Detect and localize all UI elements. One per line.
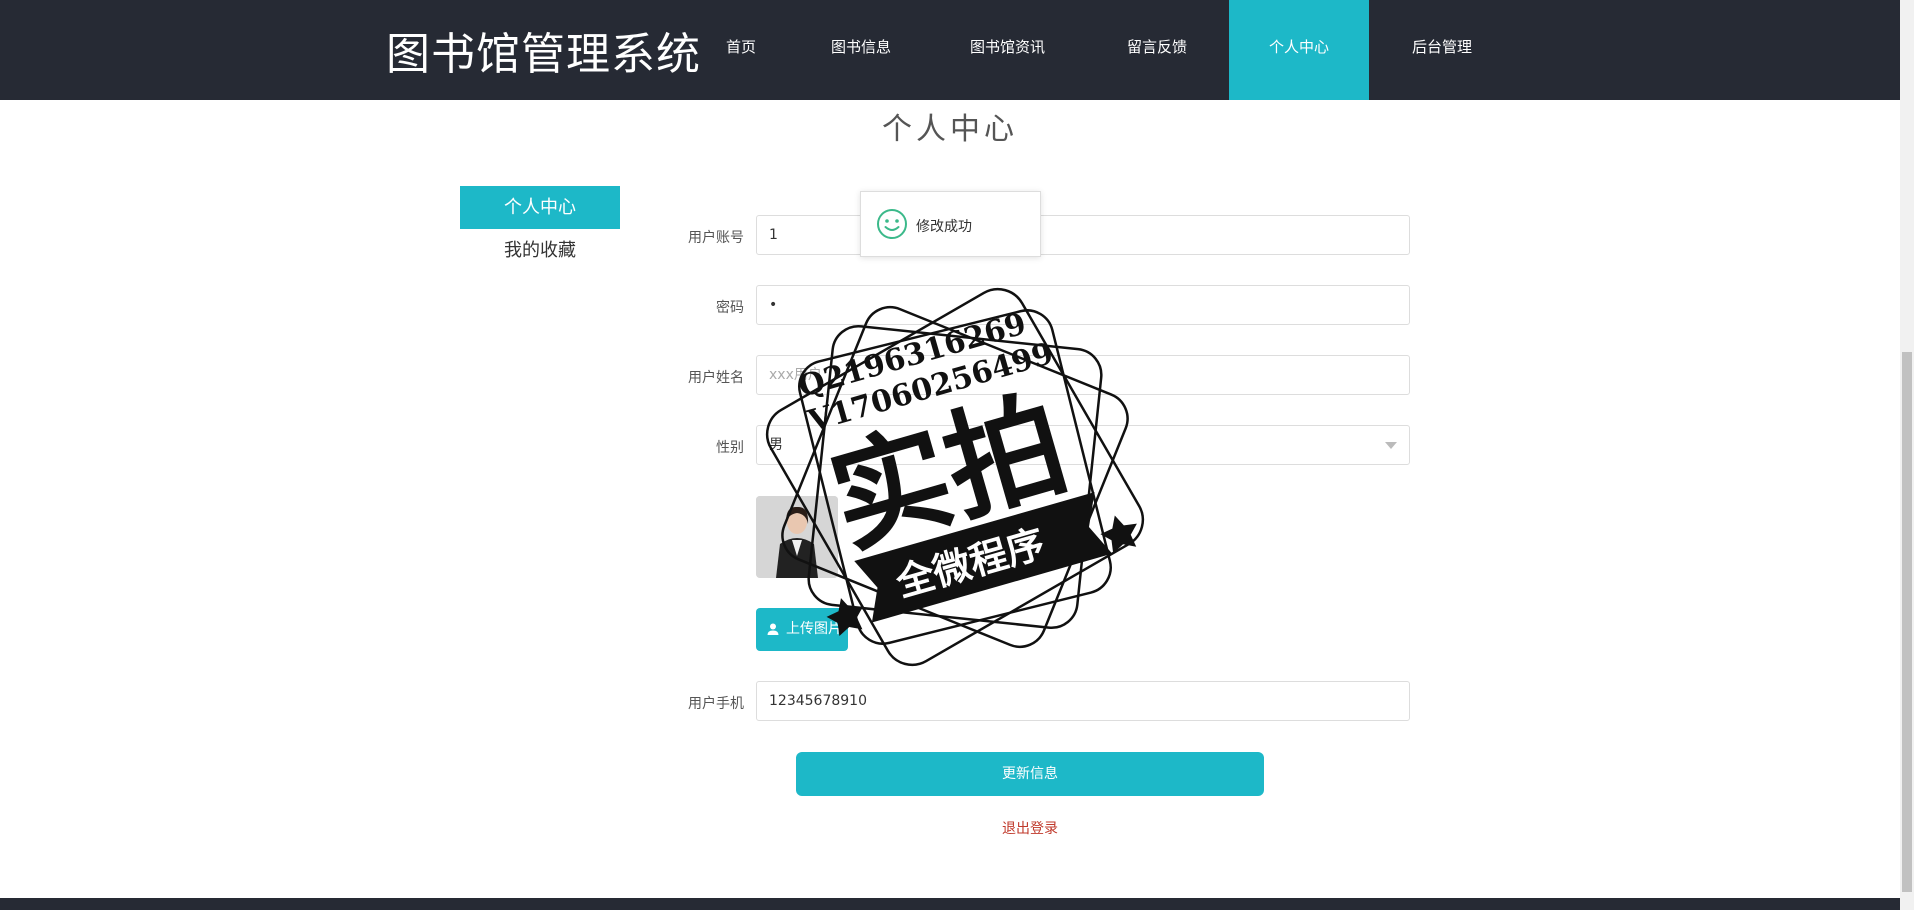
logout-link[interactable]: 退出登录 xyxy=(796,818,1264,838)
page: 图书馆管理系统 首页 图书信息 图书馆资讯 留言反馈 个人中心 后台管理 个人中… xyxy=(0,0,1914,910)
nav-personal-center[interactable]: 个人中心 xyxy=(1229,0,1369,100)
name-label: 用户姓名 xyxy=(688,370,744,386)
phone-field[interactable]: 12345678910 xyxy=(756,681,1410,721)
watermark-main: 实拍 xyxy=(816,374,1081,572)
gender-select[interactable]: 男 xyxy=(756,425,1410,465)
sidebar-item-personal-center[interactable]: 个人中心 xyxy=(460,186,620,229)
upload-image-button[interactable]: 上传图片 xyxy=(756,608,848,651)
nav-library-news[interactable]: 图书馆资讯 xyxy=(930,0,1085,100)
page-scrollbar[interactable] xyxy=(1900,0,1914,910)
gender-selected-value: 男 xyxy=(769,437,783,453)
nav-feedback[interactable]: 留言反馈 xyxy=(1085,0,1229,100)
footer-bar xyxy=(0,898,1900,910)
user-icon xyxy=(767,623,779,635)
phone-label: 用户手机 xyxy=(688,696,744,712)
smile-icon xyxy=(877,209,907,239)
site-title: 图书馆管理系统 xyxy=(386,29,701,80)
toast-message: 修改成功 xyxy=(916,219,972,235)
top-navbar: 图书馆管理系统 首页 图书信息 图书馆资讯 留言反馈 个人中心 后台管理 xyxy=(0,0,1900,100)
chevron-down-icon xyxy=(1385,442,1397,449)
gender-label: 性别 xyxy=(716,440,744,456)
password-label: 密码 xyxy=(716,300,744,316)
password-field[interactable]: • xyxy=(756,285,1410,325)
success-toast: 修改成功 xyxy=(860,191,1041,257)
watermark-ribbon: 全微程序 xyxy=(890,521,1049,605)
account-field[interactable]: 1 xyxy=(756,215,1410,255)
upload-button-label: 上传图片 xyxy=(786,621,842,637)
nav-home[interactable]: 首页 xyxy=(690,0,792,100)
avatar xyxy=(756,496,838,578)
nav-admin[interactable]: 后台管理 xyxy=(1369,0,1515,100)
sidebar-item-favorites[interactable]: 我的收藏 xyxy=(460,236,620,262)
page-title: 个人中心 xyxy=(882,112,1018,147)
avatar-person-icon xyxy=(756,496,838,578)
scrollbar-thumb[interactable] xyxy=(1902,352,1912,892)
main-nav: 首页 图书信息 图书馆资讯 留言反馈 个人中心 后台管理 xyxy=(690,0,1515,100)
update-info-button[interactable]: 更新信息 xyxy=(796,752,1264,796)
star-icon xyxy=(1100,515,1137,554)
name-field[interactable]: xxx用户 xyxy=(756,355,1410,395)
account-label: 用户账号 xyxy=(688,230,744,246)
nav-book-info[interactable]: 图书信息 xyxy=(792,0,930,100)
